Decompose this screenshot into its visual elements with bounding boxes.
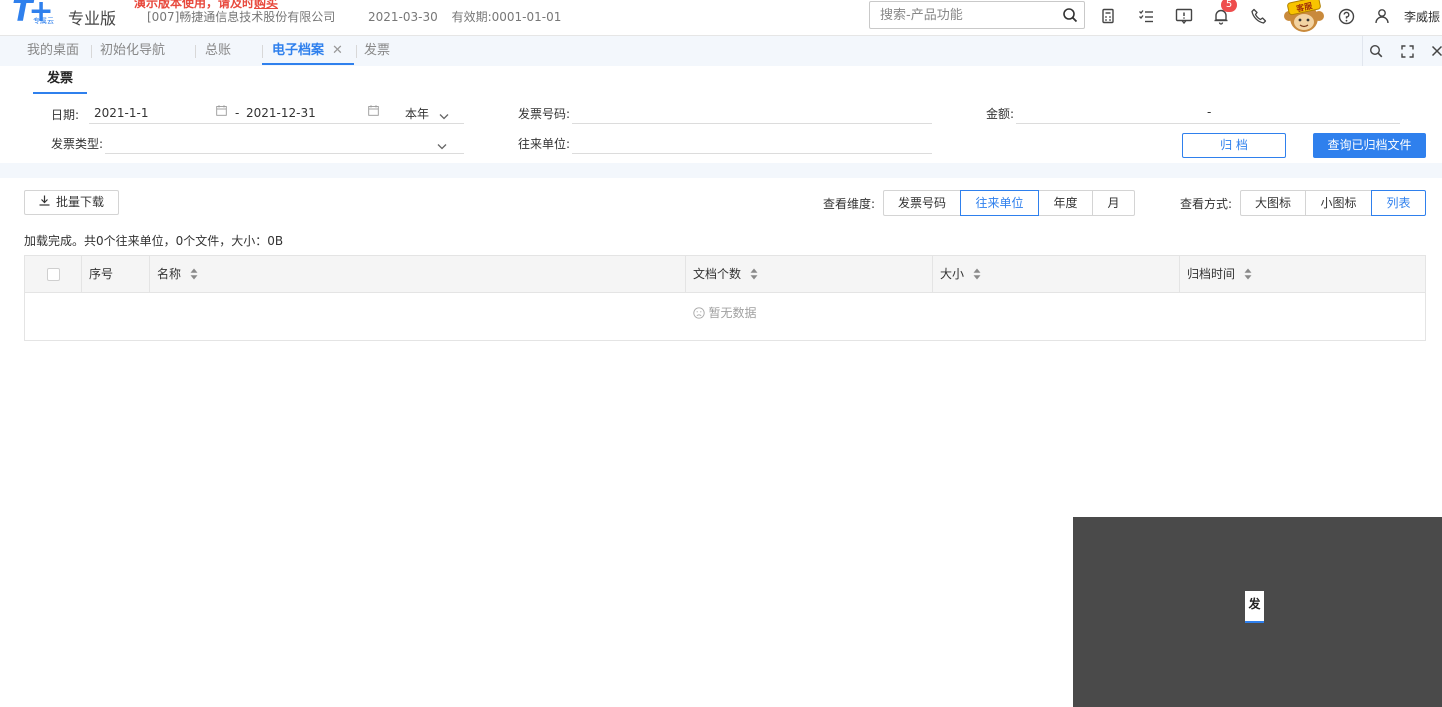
dimension-partner[interactable]: 往来单位 (960, 190, 1039, 216)
search-icon[interactable] (1062, 7, 1078, 26)
view-large-icons[interactable]: 大图标 (1240, 190, 1306, 216)
close-page-icon[interactable] (1427, 41, 1442, 61)
search-box[interactable] (869, 1, 1085, 29)
help-icon[interactable] (1335, 5, 1357, 27)
dimension-month[interactable]: 月 (1092, 190, 1135, 216)
view-mode-label: 查看方式: (1180, 197, 1233, 211)
tab-bar: 我的桌面 初始化导航 总账 电子档案 ✕ 发票 (0, 36, 1442, 66)
active-tab-indicator (262, 63, 354, 65)
partner-field[interactable] (572, 153, 932, 154)
dimension-label: 查看维度: (823, 197, 876, 211)
tab-invoice[interactable]: 发票 (364, 36, 390, 66)
sort-icon (190, 268, 198, 279)
column-size-label: 大小 (940, 267, 965, 281)
amount-separator: - (1207, 105, 1212, 119)
view-list[interactable]: 列表 (1371, 190, 1426, 216)
company-name[interactable]: [007]畅捷通信息技术股份有限公司 (147, 8, 335, 25)
tab-divider (195, 45, 196, 58)
invoice-number-label: 发票号码: (518, 107, 571, 121)
archive-table: 序号 名称 文档个数 大小 归档时间 暂无数据 (24, 255, 1426, 341)
column-header-size[interactable]: 大小 (932, 256, 1179, 293)
calculator-icon[interactable] (1097, 5, 1119, 27)
tab-divider (91, 45, 92, 58)
sad-face-icon (693, 306, 706, 319)
archive-button[interactable]: 归 档 (1182, 133, 1286, 158)
column-header-index[interactable]: 序号 (81, 256, 149, 293)
date-from-input[interactable]: 2021-1-1 (94, 106, 148, 120)
validity-date: 有效期:0001-01-01 (451, 10, 562, 24)
sort-icon (750, 268, 758, 279)
phone-icon[interactable] (1248, 5, 1270, 27)
tab-my-desktop[interactable]: 我的桌面 (27, 36, 79, 66)
tab-close-icon[interactable]: ✕ (332, 43, 343, 58)
invoice-number-field[interactable] (572, 123, 932, 124)
column-header-archive-time[interactable]: 归档时间 (1179, 256, 1425, 293)
login-date: 2021-03-30 (368, 10, 438, 24)
user-icon[interactable] (1371, 5, 1393, 27)
search-input[interactable] (878, 6, 1058, 24)
amount-field[interactable] (1016, 123, 1400, 124)
chevron-down-icon[interactable] (437, 139, 447, 153)
column-doc-count-label: 文档个数 (693, 267, 742, 281)
date-separator: - (235, 106, 240, 120)
tab-general-ledger[interactable]: 总账 (205, 36, 231, 66)
column-archive-time-label: 归档时间 (1187, 267, 1236, 281)
subtab-invoice[interactable]: 发票 (33, 66, 87, 94)
toolbar-divider (1362, 36, 1363, 66)
sort-icon (973, 268, 981, 279)
date-label: 日期: (51, 108, 80, 122)
dimension-invoice-number[interactable]: 发票号码 (883, 190, 961, 216)
dimension-year[interactable]: 年度 (1038, 190, 1093, 216)
sort-icon (1244, 268, 1252, 279)
tab-electronic-archive-label: 电子档案 (272, 43, 325, 58)
table-header: 序号 名称 文档个数 大小 归档时间 (25, 256, 1425, 293)
tab-divider (262, 45, 263, 58)
date-field-underline (89, 123, 464, 124)
query-archived-button[interactable]: 查询已归档文件 (1313, 133, 1426, 158)
batch-download-label: 批量下载 (55, 195, 104, 209)
empty-state: 暂无数据 (25, 304, 1425, 321)
username[interactable]: 李威振 (1404, 8, 1440, 25)
section-divider (0, 163, 1442, 178)
period-select[interactable]: 本年 (405, 105, 429, 122)
message-icon[interactable] (1173, 5, 1195, 27)
view-mode-segmented-control: 大图标 小图标 列表 (1240, 190, 1426, 216)
date-info: 2021-03-30 有效期:0001-01-01 (368, 8, 561, 25)
tab-init-guide[interactable]: 初始化导航 (100, 36, 165, 66)
batch-download-button[interactable]: 批量下载 (24, 190, 119, 215)
fullscreen-icon[interactable] (1397, 41, 1417, 61)
empty-state-text: 暂无数据 (708, 306, 757, 320)
dimension-segmented-control: 发票号码 往来单位 年度 月 (883, 190, 1135, 216)
customer-service-mascot[interactable]: 客服 (1281, 0, 1327, 34)
logo-subtitle: 专属云 (33, 17, 54, 25)
preview-overlay: 发 (1073, 517, 1442, 707)
notification-badge: 5 (1221, 0, 1237, 12)
top-bar: T+ 专属云 专业版 演示版本使用，请及时购买 [007]畅捷通信息技术股份有限… (0, 0, 1442, 36)
chevron-down-icon[interactable] (439, 109, 449, 123)
column-name-label: 名称 (157, 267, 182, 281)
select-all-cell (25, 256, 81, 293)
preview-tab-chip: 发 (1245, 591, 1264, 623)
invoice-type-label: 发票类型: (51, 137, 104, 151)
calendar-icon[interactable] (368, 105, 379, 119)
tab-electronic-archive[interactable]: 电子档案 ✕ (272, 36, 343, 66)
calendar-icon[interactable] (216, 105, 227, 119)
tab-divider (356, 45, 357, 58)
download-icon (39, 191, 50, 214)
edition-label: 专业版 (68, 9, 117, 28)
column-header-doc-count[interactable]: 文档个数 (685, 256, 932, 293)
column-header-name[interactable]: 名称 (149, 256, 685, 293)
load-status: 加载完成。共0个往来单位，0个文件，大小：0B (24, 234, 284, 248)
view-small-icons[interactable]: 小图标 (1305, 190, 1372, 216)
amount-label: 金额: (986, 107, 1015, 121)
invoice-type-select[interactable] (105, 153, 464, 154)
date-to-input[interactable]: 2021-12-31 (246, 106, 316, 120)
select-all-checkbox[interactable] (47, 268, 60, 281)
partner-label: 往来单位: (518, 137, 571, 151)
task-list-icon[interactable] (1135, 5, 1157, 27)
page-search-icon[interactable] (1366, 41, 1386, 61)
